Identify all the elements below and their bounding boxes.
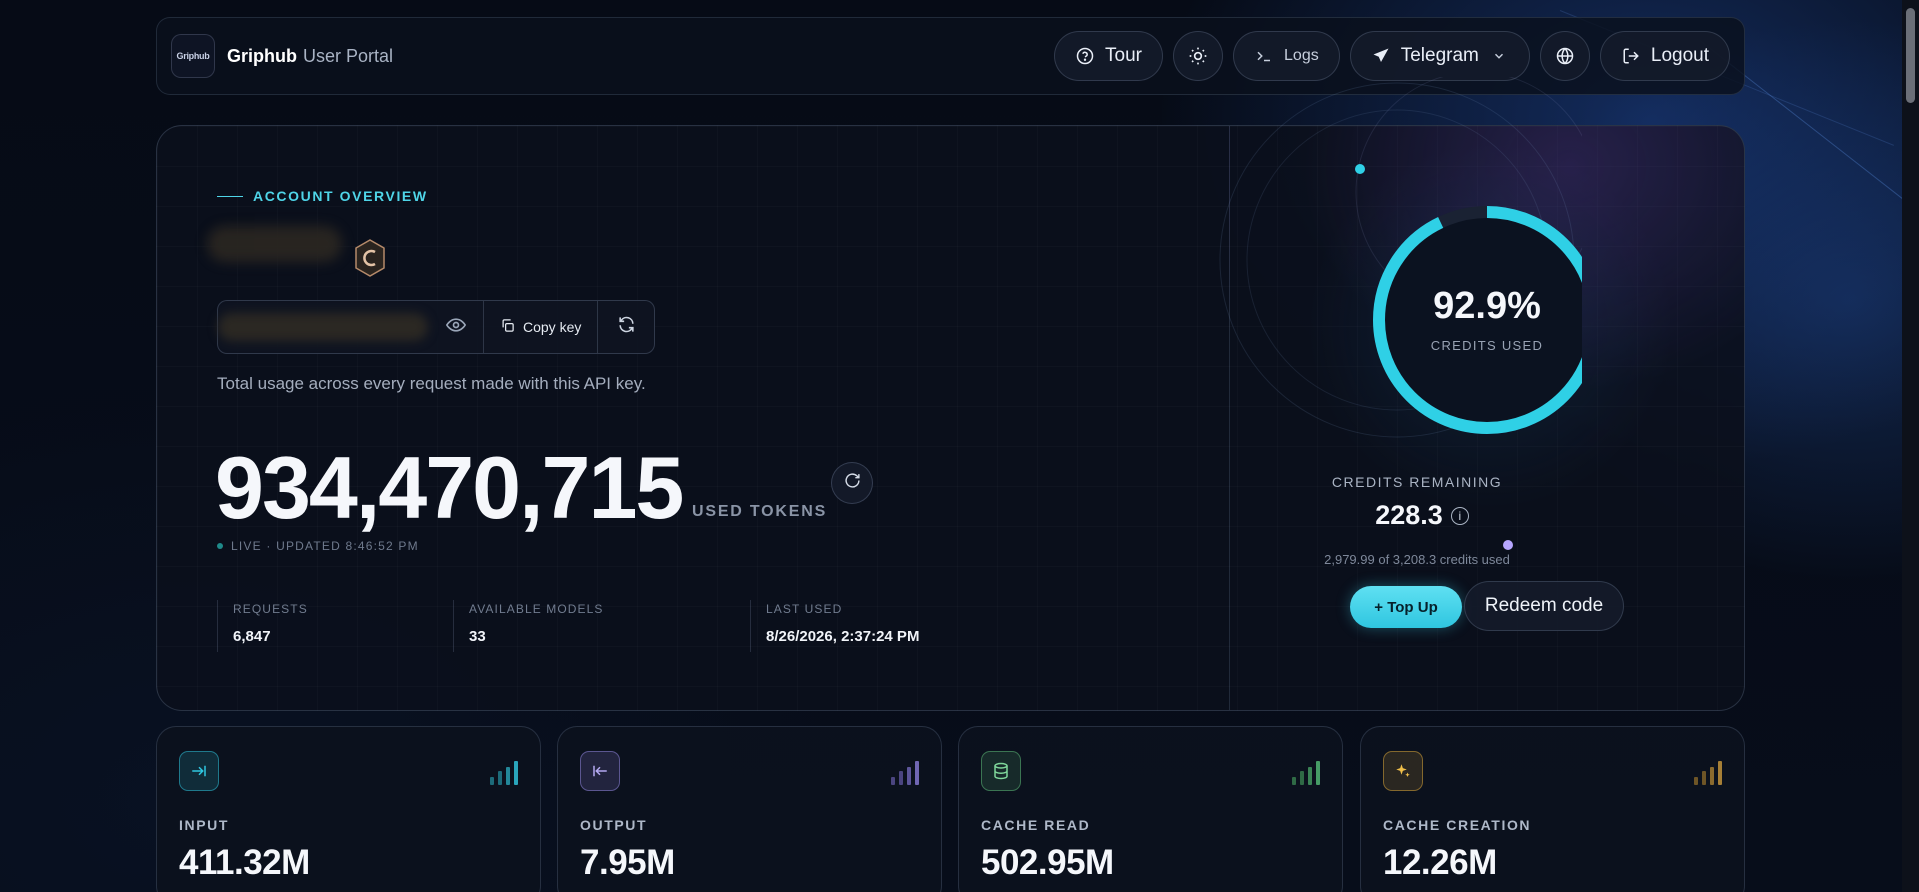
language-button[interactable] (1539, 31, 1590, 81)
stat-available-models: AVAILABLE MODELS 33 (453, 600, 750, 652)
redacted-username (207, 226, 342, 262)
telegram-dropdown[interactable]: Telegram (1349, 31, 1530, 81)
used-tokens-value: 934,470,715 (215, 438, 684, 537)
card-label: CACHE CREATION (1383, 817, 1532, 833)
copy-key-button[interactable]: Copy key (483, 301, 599, 353)
refresh-icon (844, 472, 861, 494)
database-icon (981, 751, 1021, 791)
percent-used-label: CREDITS USED (1430, 338, 1544, 353)
refresh-usage-button[interactable] (831, 462, 873, 504)
stat-label: REQUESTS (233, 602, 308, 616)
eyebrow-label: ACCOUNT OVERVIEW (253, 188, 428, 204)
redeem-code-button[interactable]: Redeem code (1464, 581, 1624, 631)
percent-used-value: 92.9% (1433, 285, 1541, 327)
top-up-button[interactable]: + Top Up (1350, 586, 1462, 628)
orbit-dot (1503, 540, 1513, 550)
usage-stats: REQUESTS 6,847 AVAILABLE MODELS 33 LAST … (217, 600, 1010, 652)
sun-icon (1188, 46, 1208, 66)
live-status-text: LIVE · UPDATED 8:46:52 PM (231, 539, 419, 553)
input-tokens-card: INPUT 411.32M (156, 726, 541, 892)
theme-toggle-button[interactable] (1173, 31, 1224, 81)
brand-logo[interactable]: Griphub (171, 34, 215, 78)
terminal-icon (1254, 46, 1274, 66)
logout-label: Logout (1650, 45, 1709, 66)
card-value: 12.26M (1383, 843, 1497, 882)
credits-usage-summary: 2,979.99 of 3,208.3 credits used (1324, 552, 1510, 567)
arrow-left-from-bar-icon (580, 751, 620, 791)
stat-last-used: LAST USED 8/26/2026, 2:37:24 PM (750, 600, 1010, 652)
card-label: OUTPUT (580, 817, 648, 833)
ring-label: 92.9% CREDITS USED (1327, 167, 1647, 353)
regenerate-key-button[interactable] (598, 301, 654, 353)
stat-value: 6,847 (233, 628, 271, 645)
telegram-label: Telegram (1400, 45, 1479, 66)
stat-label: AVAILABLE MODELS (469, 602, 604, 616)
api-key-field: Copy key (217, 300, 655, 354)
toggle-key-visibility-button[interactable] (428, 301, 483, 353)
copy-icon (500, 318, 515, 336)
stat-value: 33 (469, 628, 486, 645)
credits-remaining-value: 228.3 (1375, 500, 1443, 530)
refresh-cycle-icon (617, 315, 636, 339)
bar-chart-icon (891, 759, 919, 785)
eye-icon (445, 315, 466, 340)
card-label: CACHE READ (981, 817, 1091, 833)
stat-label: LAST USED (766, 602, 843, 616)
brand-logo-text: Griphub (176, 51, 210, 61)
tour-button[interactable]: Tour (1054, 31, 1164, 81)
stat-requests: REQUESTS 6,847 (217, 600, 453, 652)
logout-icon (1621, 46, 1641, 66)
sparkles-icon (1383, 751, 1423, 791)
live-status: LIVE · UPDATED 8:46:52 PM (217, 539, 419, 553)
globe-icon (1555, 46, 1575, 66)
arrow-right-to-bar-icon (179, 751, 219, 791)
credits-remaining-label: CREDITS REMAINING (1331, 474, 1503, 490)
stat-value: 8/26/2026, 2:37:24 PM (766, 628, 920, 645)
card-value: 7.95M (580, 843, 675, 882)
card-value: 411.32M (179, 843, 310, 882)
output-tokens-card: OUTPUT 7.95M (557, 726, 942, 892)
used-tokens-label: USED TOKENS (692, 503, 828, 520)
tour-label: Tour (1105, 45, 1143, 66)
help-circle-icon (1075, 46, 1095, 66)
tier-badge-icon[interactable] (353, 238, 387, 278)
eyebrow-line (217, 195, 243, 197)
brand-title: Griphub User Portal (227, 46, 393, 67)
cache-read-card: CACHE READ 502.95M (958, 726, 1343, 892)
card-label: INPUT (179, 817, 229, 833)
chevron-down-icon (1489, 46, 1509, 66)
brand-name: Griphub (227, 45, 297, 66)
page-scrollbar[interactable] (1902, 0, 1919, 892)
credits-remaining: 228.3 i (1262, 500, 1582, 531)
bar-chart-icon (490, 759, 518, 785)
logs-button[interactable]: Logs (1233, 31, 1340, 81)
header-actions: Tour Logs Telegram Logout (1054, 31, 1730, 81)
bar-chart-icon (1292, 759, 1320, 785)
live-indicator-dot (217, 543, 223, 549)
send-icon (1371, 46, 1391, 66)
card-value: 502.95M (981, 843, 1114, 882)
scrollbar-thumb[interactable] (1906, 8, 1915, 103)
cache-creation-card: CACHE CREATION 12.26M (1360, 726, 1745, 892)
usage-description: Total usage across every request made wi… (217, 374, 646, 393)
brand-subtitle: User Portal (303, 45, 394, 66)
bar-chart-icon (1694, 759, 1722, 785)
section-eyebrow: ACCOUNT OVERVIEW (217, 188, 428, 204)
logout-button[interactable]: Logout (1599, 31, 1730, 81)
redacted-api-key (218, 313, 428, 341)
info-icon[interactable]: i (1450, 507, 1469, 525)
copy-key-label: Copy key (523, 319, 582, 335)
logs-label: Logs (1284, 47, 1319, 64)
